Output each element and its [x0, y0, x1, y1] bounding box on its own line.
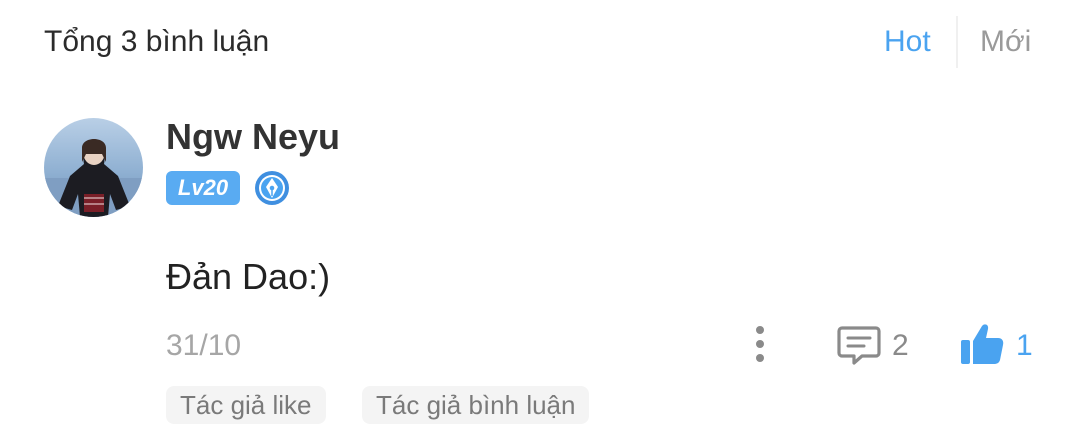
tag-author-liked: Tác giả like: [166, 386, 326, 424]
like-count: 1: [1016, 329, 1033, 362]
tag-author-replied: Tác giả bình luận: [362, 386, 590, 424]
thumbs-up-icon[interactable]: [958, 320, 1006, 368]
avatar[interactable]: [44, 118, 143, 217]
verified-pen-icon: [255, 171, 289, 205]
sort-tab-new[interactable]: Mới: [980, 22, 1031, 62]
comment-text: Đản Dao:): [166, 256, 331, 297]
level-badge: Lv20: [166, 171, 240, 205]
avatar-image: [44, 118, 143, 217]
total-comments-label: Tổng 3 bình luận: [44, 25, 270, 58]
comment-item: Ngw Neyu Lv20 Đản Dao:) 31/10 2 1 Tác gi…: [0, 100, 1080, 446]
reply-count: 2: [892, 329, 909, 362]
sort-divider: [956, 16, 958, 68]
username[interactable]: Ngw Neyu: [166, 116, 340, 158]
comment-date: 31/10: [166, 329, 242, 362]
more-options-icon[interactable]: [744, 322, 776, 366]
sort-tab-hot[interactable]: Hot: [884, 22, 931, 62]
reply-icon[interactable]: [836, 322, 882, 368]
comments-header: Tổng 3 bình luận Hot Mới: [0, 0, 1080, 86]
